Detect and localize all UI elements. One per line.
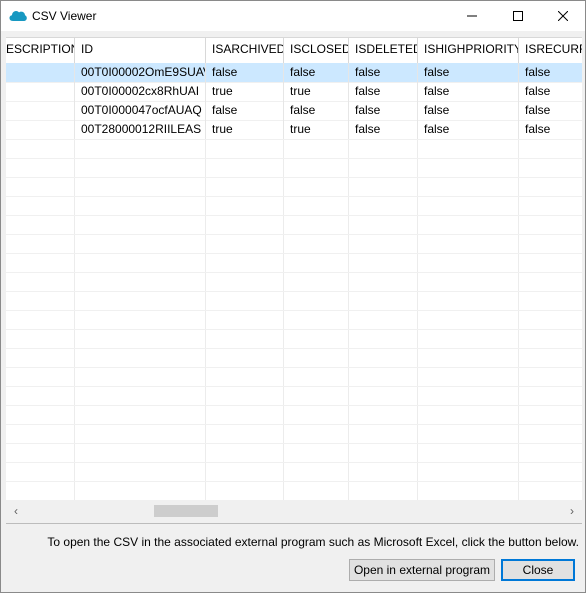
column-header-isarchived[interactable]: ISARCHIVED [206,38,284,63]
cell-isclosed: true [284,82,349,101]
csv-viewer-window: CSV Viewer ESCRIPTION ID ISARCHIVED ISCL… [0,0,586,593]
grid-row-line [6,405,582,406]
cell-isdeleted: false [349,63,418,82]
grid-row-line [6,386,582,387]
scroll-left-icon[interactable]: ‹ [9,504,23,518]
cell-ishighpriority: false [418,63,519,82]
horizontal-scrollbar[interactable]: ‹ › [6,501,582,521]
table-row[interactable]: 00T0I00002cx8RhUAI true true false false… [6,82,582,102]
cell-id: 00T28000012RIILEAS [75,120,206,139]
cell-isclosed: true [284,120,349,139]
cell-ishighpriority: false [418,120,519,139]
grid-row-line [6,291,582,292]
cell-ishighpriority: false [418,82,519,101]
cell-isarchived: false [206,63,284,82]
grid-row-line [6,348,582,349]
footer-divider [6,523,582,524]
grid-row-line [6,481,582,482]
scrollbar-thumb[interactable] [154,505,218,517]
window-title: CSV Viewer [32,9,97,23]
cell-description [6,120,75,139]
column-header-id[interactable]: ID [75,38,206,63]
grid-row-line [6,234,582,235]
cell-isrecurre: false [525,103,551,117]
grid-row-line [6,367,582,368]
column-header-ishighpriority[interactable]: ISHIGHPRIORITY [418,38,519,63]
grid-header: ESCRIPTION ID ISARCHIVED ISCLOSED ISDELE… [6,38,582,64]
table-row[interactable]: 00T0I00002OmE9SUAV false false false fal… [6,63,582,83]
table-row[interactable]: 00T28000012RIILEAS true true false false… [6,120,582,140]
cell-ishighpriority: false [418,101,519,120]
minimize-button[interactable] [449,1,494,31]
cell-description [6,101,75,120]
grid-row-line [6,462,582,463]
close-button[interactable]: Close [501,559,575,581]
cell-isarchived: false [206,101,284,120]
cell-isdeleted: false [349,120,418,139]
cell-isdeleted: false [349,101,418,120]
cell-isclosed: false [284,101,349,120]
maximize-button[interactable] [495,1,540,31]
cell-id: 00T0I00002OmE9SUAV [75,63,206,82]
cell-isrecurre: false [525,122,551,136]
cell-isclosed: false [284,63,349,82]
grid-row-line [6,424,582,425]
column-header-isclosed[interactable]: ISCLOSED [284,38,349,63]
grid-row-line [6,272,582,273]
grid-row-line [6,329,582,330]
grid-row-line [6,215,582,216]
open-external-program-button[interactable]: Open in external program [349,559,495,581]
grid-row-line [6,196,582,197]
cell-description [6,63,75,82]
table-row[interactable]: 00T0I000047ocfAUAQ false false false fal… [6,101,582,121]
footer-info-text: To open the CSV in the associated extern… [47,535,579,549]
window-close-button[interactable] [540,1,585,31]
close-icon [557,11,568,21]
title-bar[interactable]: CSV Viewer [1,1,585,31]
column-header-isrecurre[interactable]: ISRECURRE [519,38,582,63]
salesforce-cloud-icon [9,11,27,21]
scroll-right-icon[interactable]: › [565,504,579,518]
grid-row-line [6,310,582,311]
grid-row-line [6,443,582,444]
csv-grid[interactable]: ESCRIPTION ID ISARCHIVED ISCLOSED ISDELE… [6,37,582,502]
cell-isrecurre: false [525,65,551,79]
cell-id: 00T0I00002cx8RhUAI [75,82,206,101]
cell-isrecurre: false [525,84,551,98]
cell-id: 00T0I000047ocfAUAQ [75,101,206,120]
cell-isarchived: true [206,82,284,101]
grid-row-line [6,177,582,178]
cell-description [6,82,75,101]
cell-isdeleted: false [349,82,418,101]
grid-row-line [6,158,582,159]
maximize-icon [512,11,523,21]
grid-row-line [6,253,582,254]
minimize-icon [466,15,477,17]
cell-isarchived: true [206,120,284,139]
column-header-description[interactable]: ESCRIPTION [6,38,75,63]
column-header-isdeleted[interactable]: ISDELETED [349,38,418,63]
